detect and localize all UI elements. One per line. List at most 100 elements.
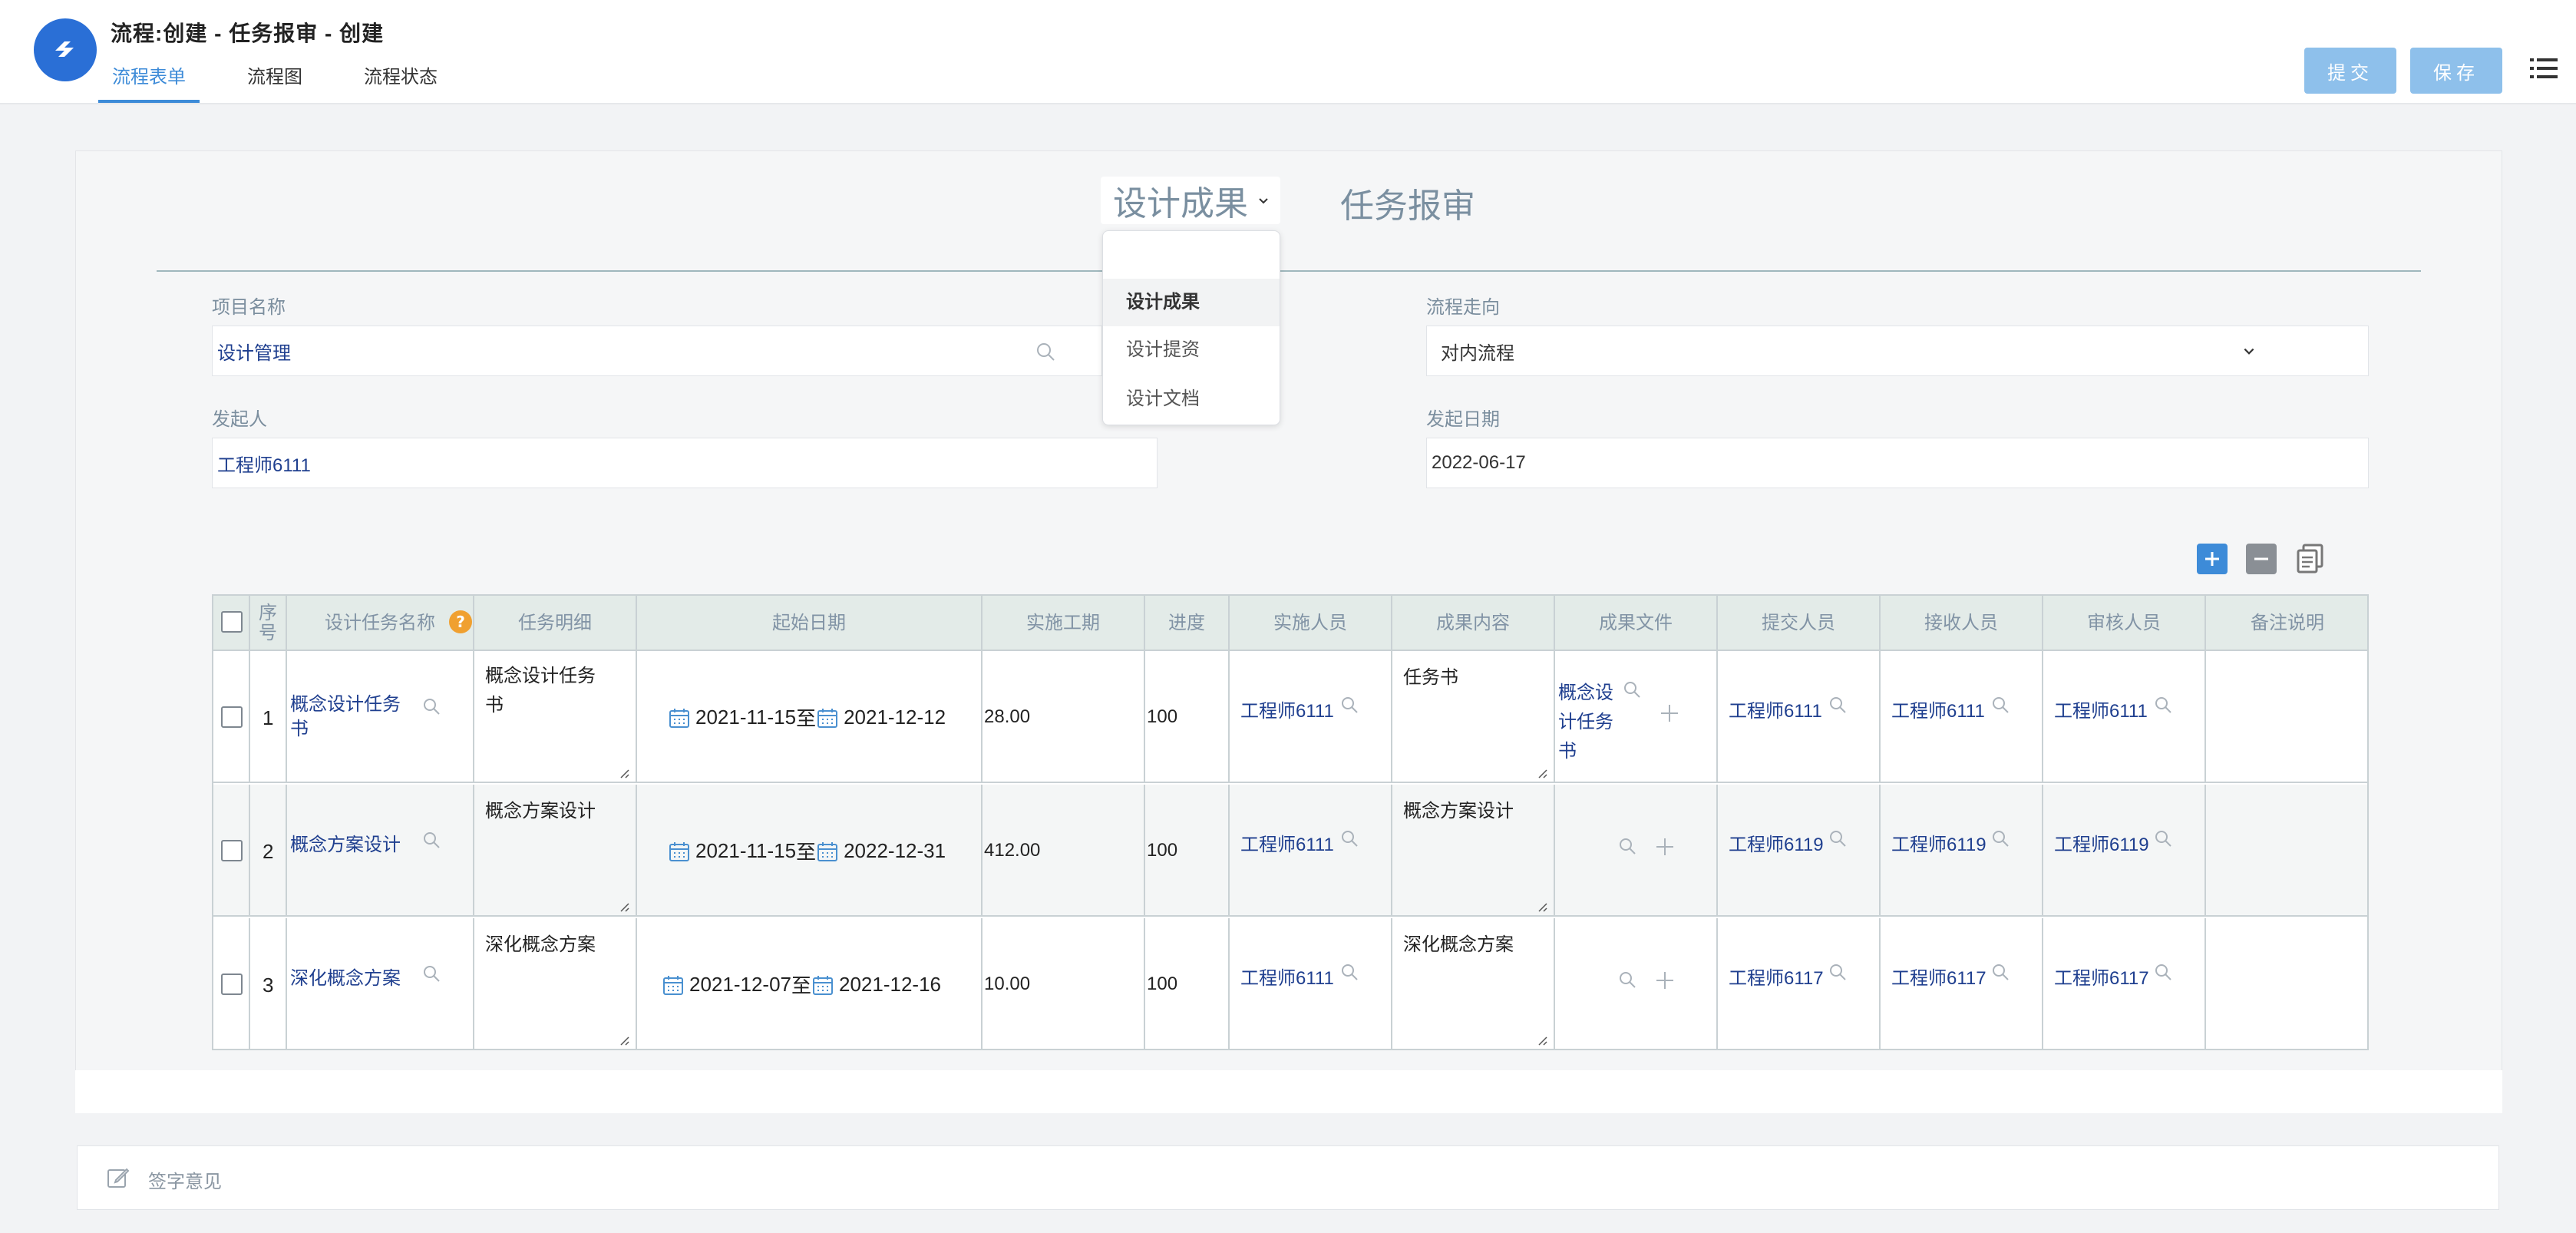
help-icon[interactable]: ? <box>448 610 473 634</box>
reviewer-cell[interactable]: 工程师6111 <box>2043 651 2206 783</box>
task-name-link[interactable]: 深化概念方案 <box>290 963 401 990</box>
search-icon[interactable] <box>1618 837 1636 855</box>
submitter-link[interactable]: 工程师6119 <box>1729 829 1824 856</box>
remark-cell[interactable] <box>2206 785 2369 917</box>
search-icon[interactable] <box>2154 696 2172 714</box>
task-name-link[interactable]: 概念设计任务书 <box>290 693 405 742</box>
calendar-icon[interactable] <box>816 840 839 863</box>
calendar-icon[interactable] <box>816 706 839 729</box>
result-content-cell[interactable]: 任务书 <box>1392 651 1555 783</box>
resize-handle-icon[interactable] <box>617 1033 629 1046</box>
tab-flow-status[interactable]: 流程状态 <box>350 64 451 103</box>
save-button[interactable]: 保存 <box>2410 48 2502 94</box>
signature-opinion-box[interactable]: 签字意见 <box>77 1145 2499 1210</box>
receiver-cell[interactable]: 工程师6119 <box>1881 785 2043 917</box>
executor-cell[interactable]: 工程师6111 <box>1230 785 1392 917</box>
search-icon[interactable] <box>1828 829 1847 848</box>
dropdown-option-design-document[interactable]: 设计文档 <box>1103 375 1280 423</box>
resize-handle-icon[interactable] <box>617 766 629 778</box>
search-icon[interactable] <box>2154 829 2172 848</box>
calendar-icon[interactable] <box>662 974 685 997</box>
reviewer-link[interactable]: 工程师6111 <box>2054 696 2148 722</box>
date-range-cell[interactable]: 2021-12-07 至 2021-12-16 <box>637 918 983 1050</box>
copy-row-button[interactable] <box>2295 544 2326 574</box>
task-name-cell[interactable]: 深化概念方案 <box>287 918 474 1050</box>
list-menu-icon[interactable] <box>2530 57 2558 80</box>
task-name-cell[interactable]: 概念设计任务书 <box>287 651 474 783</box>
receiver-link[interactable]: 工程师6111 <box>1891 696 1985 722</box>
executor-link[interactable]: 工程师6111 <box>1240 696 1334 722</box>
duration-cell[interactable]: 412.00 <box>983 785 1145 917</box>
project-name-field[interactable]: 设计管理 <box>212 326 1102 376</box>
search-icon[interactable] <box>1991 696 2010 714</box>
executor-link[interactable]: 工程师6111 <box>1240 829 1334 856</box>
duration-cell[interactable]: 10.00 <box>983 918 1145 1050</box>
result-file-cell[interactable]: 概念设计任务书 <box>1555 651 1718 783</box>
search-icon[interactable] <box>1828 963 1847 981</box>
search-icon[interactable] <box>1340 696 1359 714</box>
receiver-cell[interactable]: 工程师6117 <box>1881 918 2043 1050</box>
resize-handle-icon[interactable] <box>1535 1033 1547 1046</box>
progress-cell[interactable]: 100 <box>1145 918 1230 1050</box>
executor-link[interactable]: 工程师6111 <box>1240 963 1334 990</box>
progress-cell[interactable]: 100 <box>1145 785 1230 917</box>
resize-handle-icon[interactable] <box>1535 766 1547 778</box>
search-icon[interactable] <box>422 831 441 849</box>
result-file-cell[interactable] <box>1555 785 1718 917</box>
search-icon[interactable] <box>1828 696 1847 714</box>
task-name-cell[interactable]: 概念方案设计 <box>287 785 474 917</box>
dropdown-option-design-result[interactable]: 设计成果 <box>1103 279 1280 326</box>
result-file-cell[interactable] <box>1555 918 1718 1050</box>
calendar-icon[interactable] <box>668 840 691 863</box>
receiver-cell[interactable]: 工程师6111 <box>1881 651 2043 783</box>
row-checkbox[interactable] <box>221 974 243 995</box>
search-icon[interactable] <box>1035 342 1055 362</box>
result-file-link[interactable]: 概念设计任务书 <box>1558 679 1620 766</box>
row-checkbox[interactable] <box>221 706 243 728</box>
dropdown-option-design-input[interactable]: 设计提资 <box>1103 326 1280 374</box>
search-icon[interactable] <box>1618 970 1636 989</box>
submit-button[interactable]: 提交 <box>2304 48 2396 94</box>
search-icon[interactable] <box>1991 829 2010 848</box>
plus-icon[interactable] <box>1655 837 1675 857</box>
task-detail-cell[interactable]: 深化概念方案 <box>474 918 637 1050</box>
submitter-link[interactable]: 工程师6117 <box>1729 963 1824 990</box>
receiver-link[interactable]: 工程师6117 <box>1891 963 1986 990</box>
receiver-link[interactable]: 工程师6119 <box>1891 829 1986 856</box>
resize-handle-icon[interactable] <box>617 900 629 912</box>
resize-handle-icon[interactable] <box>1535 900 1547 912</box>
duration-cell[interactable]: 28.00 <box>983 651 1145 783</box>
remark-cell[interactable] <box>2206 651 2369 783</box>
search-icon[interactable] <box>1340 829 1359 848</box>
calendar-icon[interactable] <box>668 706 691 729</box>
remark-cell[interactable] <box>2206 918 2369 1050</box>
task-detail-cell[interactable]: 概念方案设计 <box>474 785 637 917</box>
progress-cell[interactable]: 100 <box>1145 651 1230 783</box>
form-type-select[interactable]: 设计成果 <box>1101 177 1280 224</box>
task-detail-cell[interactable]: 概念设计任务书 <box>474 651 637 783</box>
result-content-cell[interactable]: 概念方案设计 <box>1392 785 1555 917</box>
tab-form[interactable]: 流程表单 <box>98 64 200 103</box>
select-all-checkbox[interactable] <box>221 611 243 633</box>
reviewer-link[interactable]: 工程师6117 <box>2054 963 2149 990</box>
search-icon[interactable] <box>422 697 441 716</box>
date-range-cell[interactable]: 2021-11-15 至 2021-12-12 <box>637 651 983 783</box>
search-icon[interactable] <box>1991 963 2010 981</box>
search-icon[interactable] <box>1623 680 1641 699</box>
submitter-link[interactable]: 工程师6111 <box>1729 696 1822 722</box>
reviewer-cell[interactable]: 工程师6119 <box>2043 785 2206 917</box>
row-checkbox[interactable] <box>221 840 243 861</box>
executor-cell[interactable]: 工程师6111 <box>1230 918 1392 1050</box>
add-row-button[interactable] <box>2197 544 2228 574</box>
plus-icon[interactable] <box>1655 970 1675 990</box>
executor-cell[interactable]: 工程师6111 <box>1230 651 1392 783</box>
flow-direction-select[interactable]: 对内流程 <box>1426 326 2369 376</box>
delete-row-button[interactable] <box>2246 544 2277 574</box>
plus-icon[interactable] <box>1660 703 1679 723</box>
search-icon[interactable] <box>2154 963 2172 981</box>
submitter-cell[interactable]: 工程师6111 <box>1718 651 1881 783</box>
result-content-cell[interactable]: 深化概念方案 <box>1392 918 1555 1050</box>
tab-flowchart[interactable]: 流程图 <box>233 64 316 103</box>
calendar-icon[interactable] <box>811 974 834 997</box>
search-icon[interactable] <box>422 964 441 983</box>
